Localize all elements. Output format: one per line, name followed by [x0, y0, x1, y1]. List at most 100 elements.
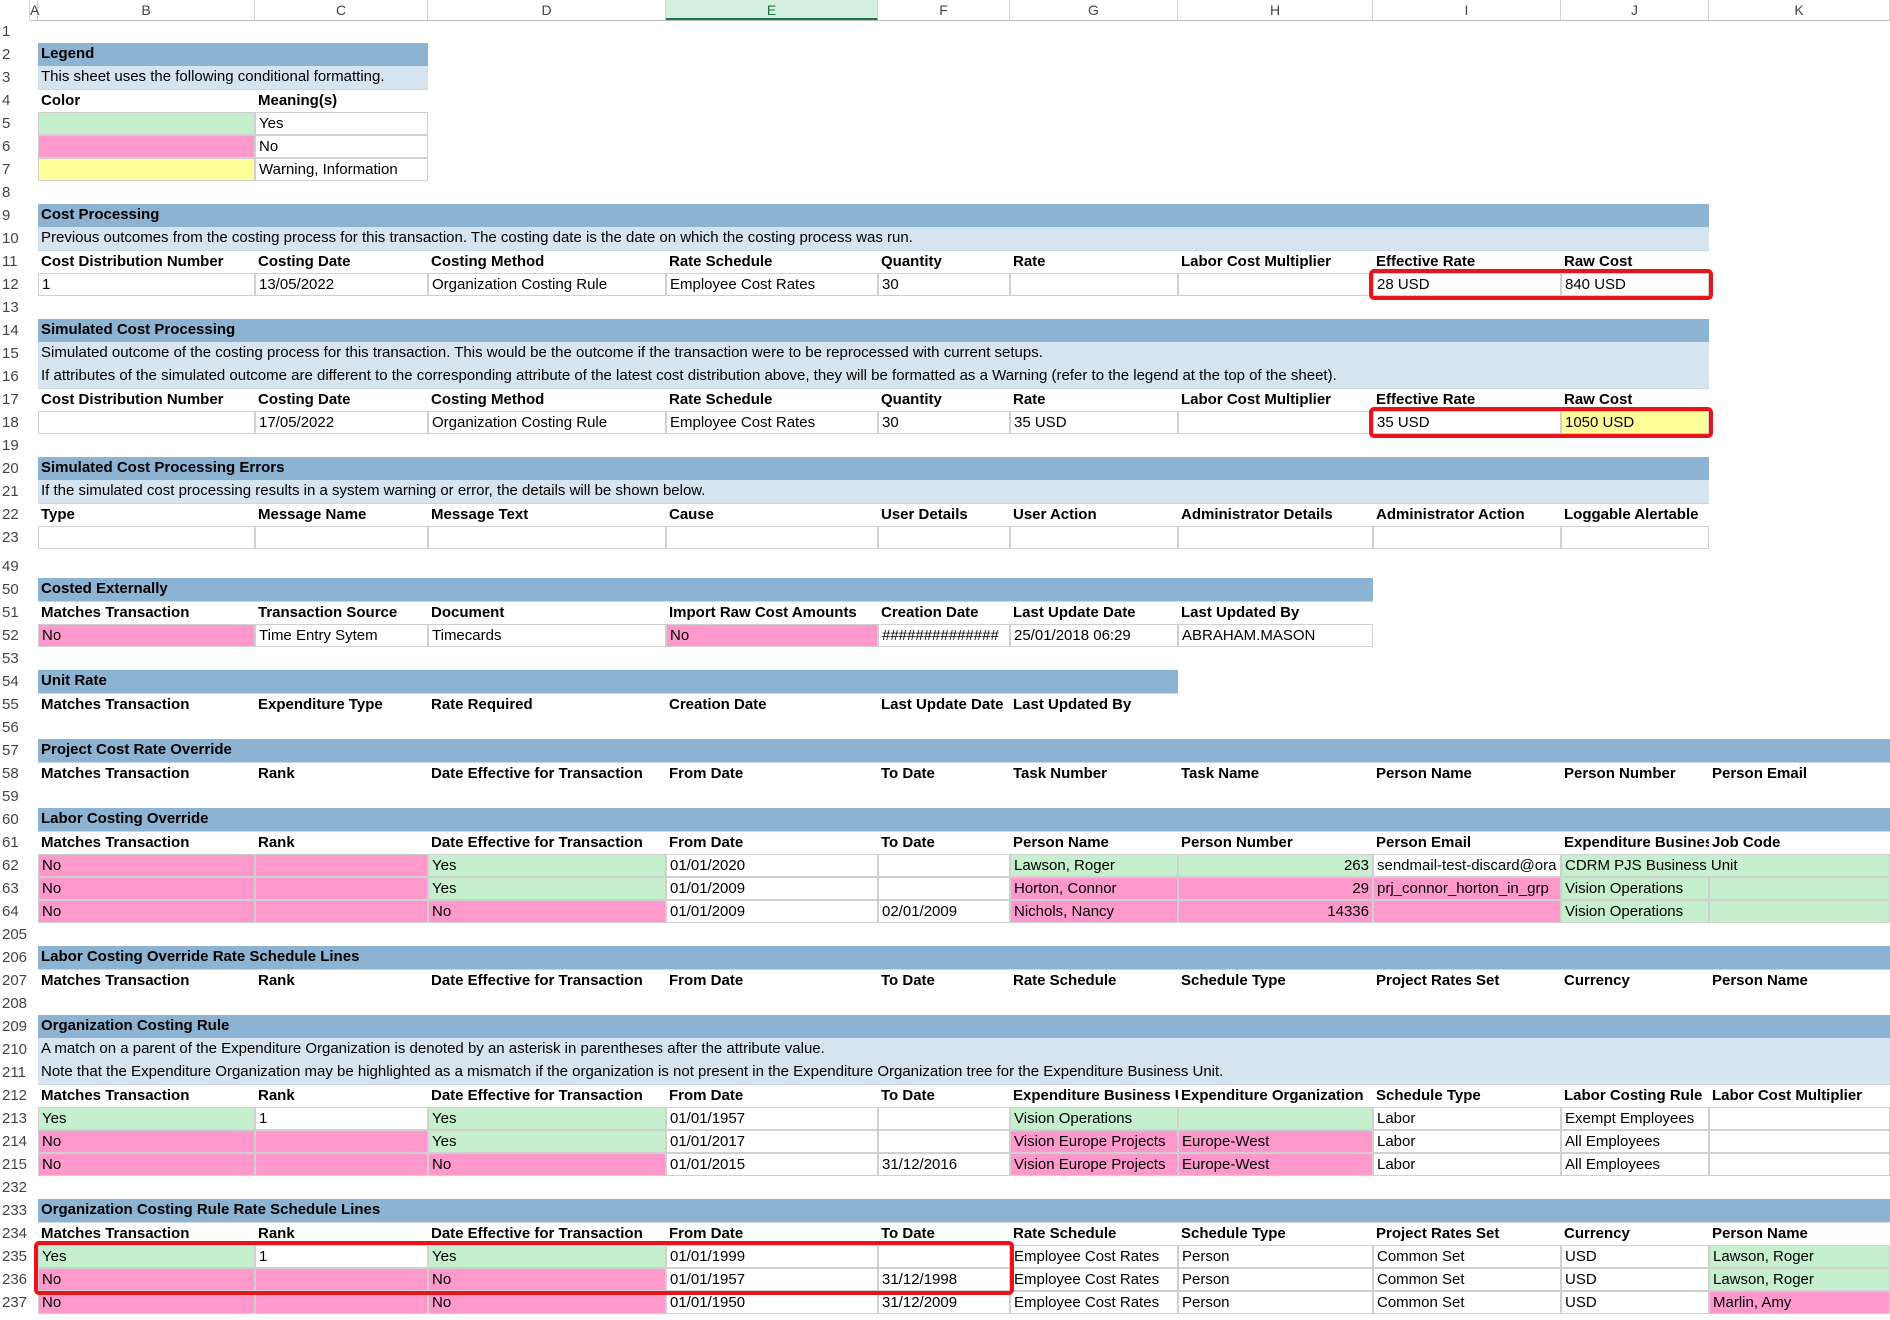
column-header-i[interactable]: I [1373, 0, 1561, 20]
cell-j23[interactable] [1561, 526, 1709, 549]
cell-c234[interactable]: Rank [255, 1222, 428, 1245]
cell-c7[interactable]: Warning, Information [255, 158, 428, 181]
cell-d18[interactable]: Organization Costing Rule [428, 411, 666, 434]
cell-c4[interactable]: Meaning(s) [255, 89, 428, 112]
cell-e234[interactable]: From Date [666, 1222, 878, 1245]
cell-f212[interactable]: To Date [878, 1084, 1010, 1107]
cell-c17[interactable]: Costing Date [255, 388, 428, 411]
cell-c11[interactable]: Costing Date [255, 250, 428, 273]
row-header-3[interactable]: 3 [0, 66, 30, 89]
cell-i63[interactable]: prj_connor_horton_in_grp [1373, 877, 1561, 900]
cell-f52[interactable]: ############## [878, 624, 1010, 647]
cell-h12[interactable] [1178, 273, 1373, 296]
cell-b215[interactable]: No [38, 1153, 255, 1176]
cell-h51[interactable]: Last Updated By [1178, 601, 1373, 624]
cell-i61[interactable]: Person Email [1373, 831, 1561, 854]
row-header-235[interactable]: 235 [0, 1245, 30, 1268]
cell-i236[interactable]: Common Set [1373, 1268, 1561, 1291]
row-header-208[interactable]: 208 [0, 992, 30, 1015]
cell-c215[interactable] [255, 1153, 428, 1176]
column-header-h[interactable]: H [1178, 0, 1373, 20]
row-header-213[interactable]: 213 [0, 1107, 30, 1130]
cell-k237[interactable]: Marlin, Amy [1709, 1291, 1890, 1314]
cell-e12[interactable]: Employee Cost Rates [666, 273, 878, 296]
cell-b3[interactable]: This sheet uses the following conditiona… [38, 66, 428, 89]
row-header-11[interactable]: 11 [0, 250, 30, 273]
row-header-62[interactable]: 62 [0, 854, 30, 877]
cell-h207[interactable]: Schedule Type [1178, 969, 1373, 992]
cell-d235[interactable]: Yes [428, 1245, 666, 1268]
cell-g234[interactable]: Rate Schedule [1010, 1222, 1178, 1245]
cell-b58[interactable]: Matches Transaction [38, 762, 255, 785]
row-header-49[interactable]: 49 [0, 555, 30, 578]
cell-b55[interactable]: Matches Transaction [38, 693, 255, 716]
cell-e22[interactable]: Cause [666, 503, 878, 526]
cell-d12[interactable]: Organization Costing Rule [428, 273, 666, 296]
cell-b214[interactable]: No [38, 1130, 255, 1153]
row-header-59[interactable]: 59 [0, 785, 30, 808]
cell-i64[interactable] [1373, 900, 1561, 923]
cell-b7[interactable] [38, 158, 255, 181]
row-header-209[interactable]: 209 [0, 1015, 30, 1038]
cell-f234[interactable]: To Date [878, 1222, 1010, 1245]
row-header-215[interactable]: 215 [0, 1153, 30, 1176]
cell-g12[interactable] [1010, 273, 1178, 296]
cell-b57[interactable]: Project Cost Rate Override [38, 739, 1890, 762]
row-header-21[interactable]: 21 [0, 480, 30, 503]
row-header-51[interactable]: 51 [0, 601, 30, 624]
row-header-212[interactable]: 212 [0, 1084, 30, 1107]
cell-g11[interactable]: Rate [1010, 250, 1178, 273]
cell-g51[interactable]: Last Update Date [1010, 601, 1178, 624]
row-header-14[interactable]: 14 [0, 319, 30, 342]
row-header-15[interactable]: 15 [0, 342, 30, 365]
cell-f55[interactable]: Last Update Date [878, 693, 1010, 716]
cell-e11[interactable]: Rate Schedule [666, 250, 878, 273]
cell-i235[interactable]: Common Set [1373, 1245, 1561, 1268]
cell-d212[interactable]: Date Effective for Transaction [428, 1084, 666, 1107]
cell-d63[interactable]: Yes [428, 877, 666, 900]
cell-c237[interactable] [255, 1291, 428, 1314]
cell-e63[interactable]: 01/01/2009 [666, 877, 878, 900]
cell-i11[interactable]: Effective Rate [1373, 250, 1561, 273]
cell-g237[interactable]: Employee Cost Rates [1010, 1291, 1178, 1314]
cell-f207[interactable]: To Date [878, 969, 1010, 992]
row-header-20[interactable]: 20 [0, 457, 30, 480]
cell-j207[interactable]: Currency [1561, 969, 1709, 992]
cell-d61[interactable]: Date Effective for Transaction [428, 831, 666, 854]
cell-j58[interactable]: Person Number [1561, 762, 1709, 785]
cell-b233[interactable]: Organization Costing Rule Rate Schedule … [38, 1199, 1890, 1222]
cell-b21[interactable]: If the simulated cost processing results… [38, 480, 1709, 503]
row-header-19[interactable]: 19 [0, 434, 30, 457]
cell-f237[interactable]: 31/12/2009 [878, 1291, 1010, 1314]
cell-d236[interactable]: No [428, 1268, 666, 1291]
row-header-56[interactable]: 56 [0, 716, 30, 739]
cell-g215[interactable]: Vision Europe Projects [1010, 1153, 1178, 1176]
cell-h17[interactable]: Labor Cost Multiplier [1178, 388, 1373, 411]
cell-i237[interactable]: Common Set [1373, 1291, 1561, 1314]
cell-h61[interactable]: Person Number [1178, 831, 1373, 854]
cell-i212[interactable]: Schedule Type [1373, 1084, 1561, 1107]
cell-d11[interactable]: Costing Method [428, 250, 666, 273]
cell-g22[interactable]: User Action [1010, 503, 1178, 526]
cell-e58[interactable]: From Date [666, 762, 878, 785]
cell-g52[interactable]: 25/01/2018 06:29 [1010, 624, 1178, 647]
cell-i207[interactable]: Project Rates Set [1373, 969, 1561, 992]
cell-b14[interactable]: Simulated Cost Processing [38, 319, 1709, 342]
row-header-205[interactable]: 205 [0, 923, 30, 946]
cell-k212[interactable]: Labor Cost Multiplier [1709, 1084, 1890, 1107]
cell-e213[interactable]: 01/01/1957 [666, 1107, 878, 1130]
row-header-52[interactable]: 52 [0, 624, 30, 647]
cell-b10[interactable]: Previous outcomes from the costing proce… [38, 227, 1709, 250]
cell-g212[interactable]: Expenditure Business U [1010, 1084, 1178, 1107]
cell-e55[interactable]: Creation Date [666, 693, 878, 716]
cell-h235[interactable]: Person [1178, 1245, 1373, 1268]
cell-b16[interactable]: If attributes of the simulated outcome a… [38, 365, 1709, 388]
cell-c214[interactable] [255, 1130, 428, 1153]
cell-j11[interactable]: Raw Cost [1561, 250, 1709, 273]
cell-h52[interactable]: ABRAHAM.MASON [1178, 624, 1373, 647]
cell-j64[interactable]: Vision Operations [1561, 900, 1709, 923]
cell-c18[interactable]: 17/05/2022 [255, 411, 428, 434]
row-header-4[interactable]: 4 [0, 89, 30, 112]
row-header-232[interactable]: 232 [0, 1176, 30, 1199]
cell-k236[interactable]: Lawson, Roger [1709, 1268, 1890, 1291]
